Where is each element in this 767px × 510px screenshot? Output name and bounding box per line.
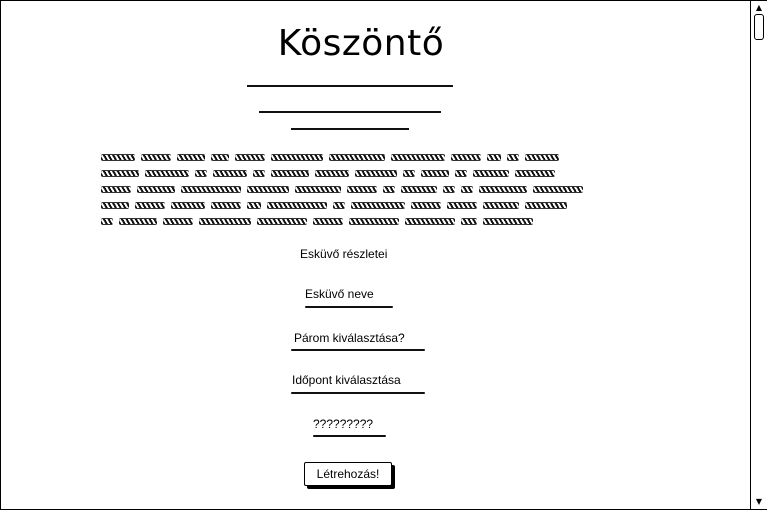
- triangle-down-icon[interactable]: ▼: [753, 497, 765, 507]
- choose-partner-underline: [291, 349, 425, 351]
- window-frame: Köszöntő Esküvő részletei Esküvő neve Pá…: [0, 0, 767, 510]
- create-button[interactable]: Létrehozás!: [304, 462, 392, 486]
- title-underline-1: [247, 85, 453, 87]
- placeholder-text-line: [101, 195, 589, 211]
- placeholder-text-line: [101, 179, 589, 195]
- placeholder-text-block: [101, 147, 589, 227]
- wedding-name-field[interactable]: Esküvő neve: [305, 287, 374, 301]
- choose-date-underline: [291, 392, 425, 394]
- choose-partner-field[interactable]: Párom kiválasztása?: [294, 331, 405, 345]
- wedding-name-underline: [305, 306, 393, 308]
- title-underline-2: [259, 111, 441, 113]
- triangle-up-icon[interactable]: ▲: [753, 3, 765, 13]
- unknown-field[interactable]: ?????????: [313, 417, 373, 431]
- title-underline-3: [291, 128, 409, 130]
- page-title: Köszöntő: [277, 23, 445, 64]
- section-label: Esküvő részletei: [300, 247, 388, 261]
- unknown-field-underline: [313, 435, 386, 437]
- placeholder-text-line: [101, 147, 589, 163]
- choose-date-field[interactable]: Időpont kiválasztása: [292, 373, 401, 387]
- placeholder-text-line: [101, 163, 589, 179]
- scrollbar-thumb[interactable]: [754, 14, 764, 40]
- placeholder-text-line: [101, 211, 589, 227]
- vertical-scrollbar[interactable]: ▲ ▼: [750, 1, 767, 509]
